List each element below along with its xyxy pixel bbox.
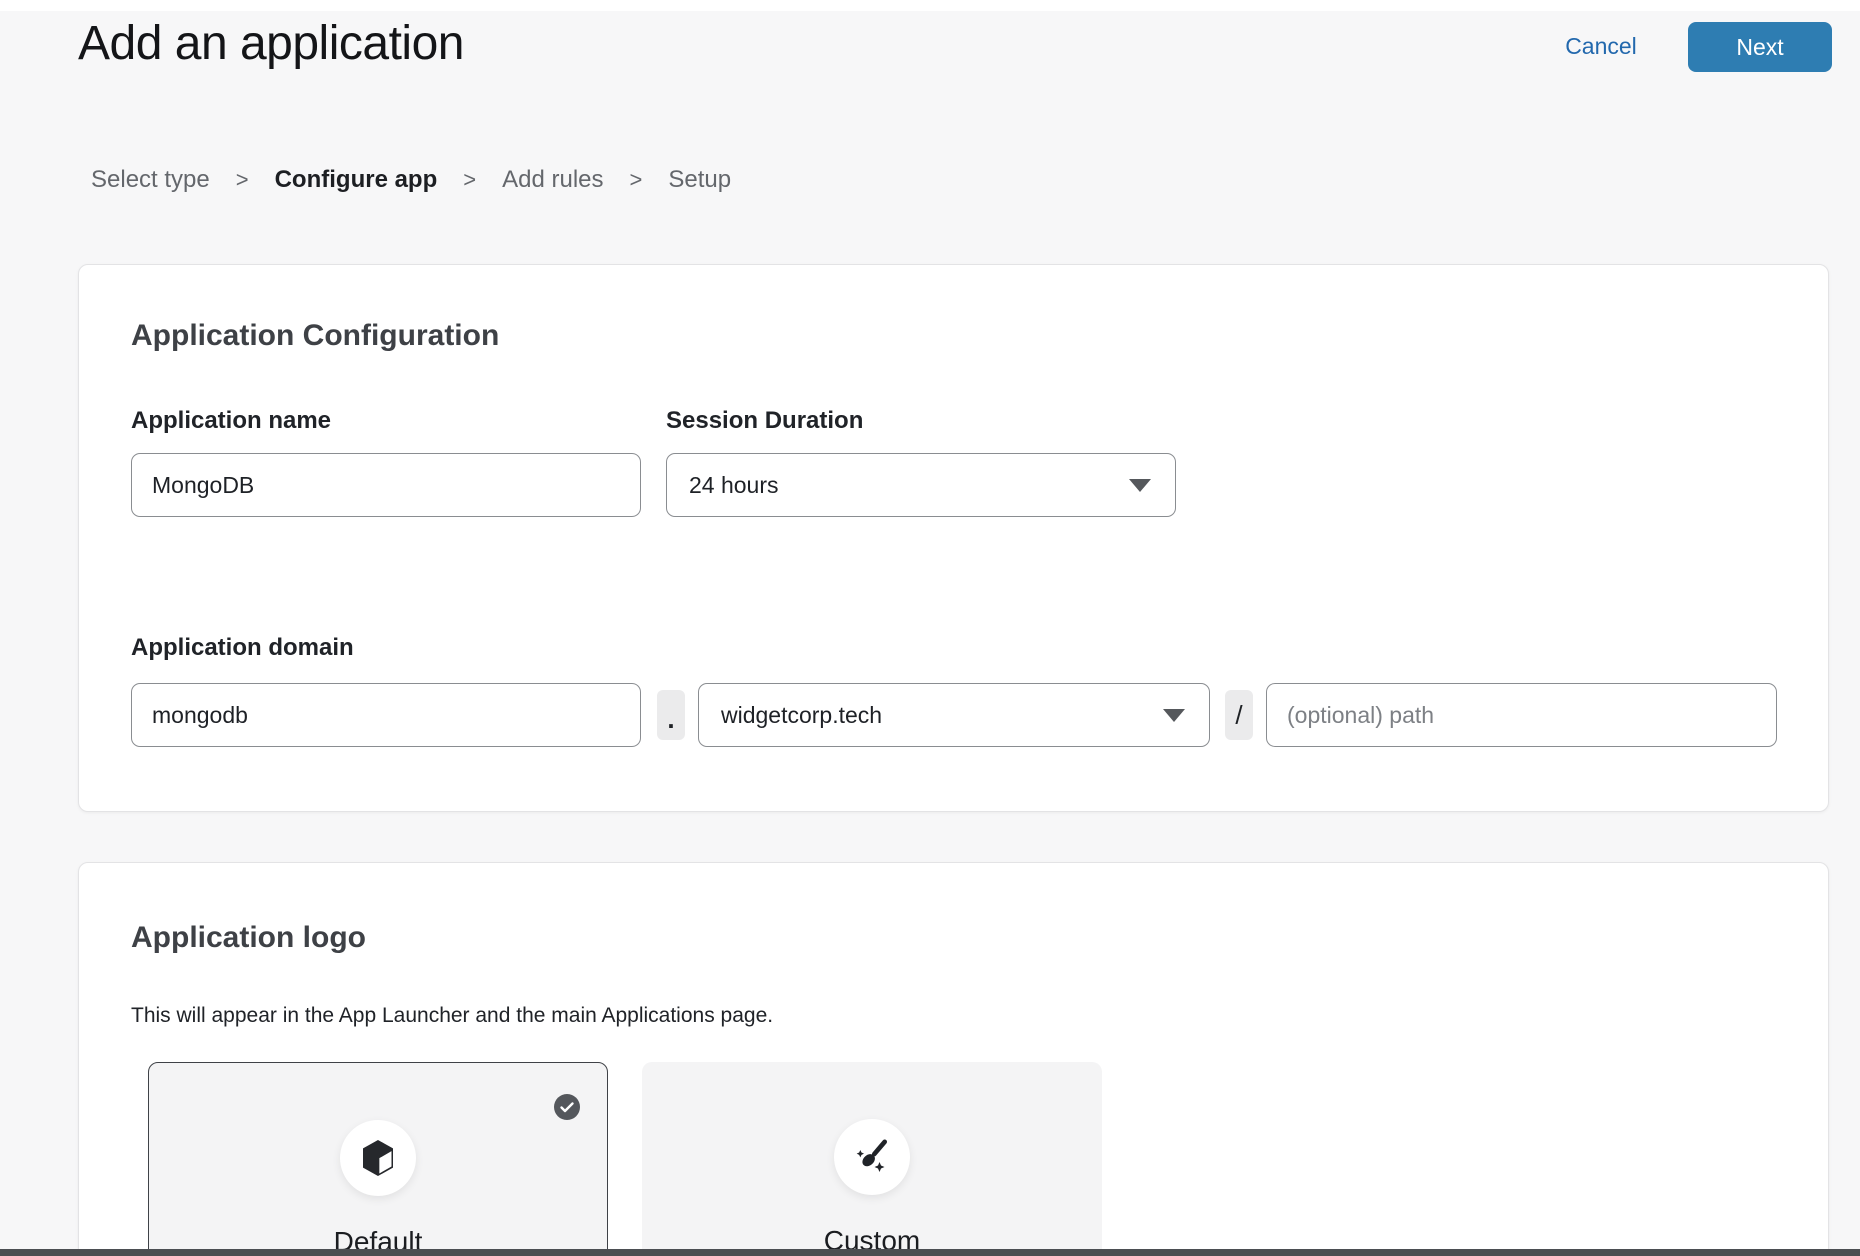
logo-option-default[interactable]: Default	[148, 1062, 608, 1256]
breadcrumb-step-setup[interactable]: Setup	[668, 166, 731, 194]
application-name-label: Application name	[131, 407, 331, 435]
application-name-input[interactable]	[131, 453, 641, 517]
cancel-button[interactable]: Cancel	[1560, 33, 1642, 60]
session-duration-select[interactable]: 24 hours	[666, 453, 1176, 517]
bottom-edge-bar	[0, 1249, 1860, 1256]
domain-dot-separator: .	[657, 690, 685, 740]
check-icon	[554, 1094, 580, 1120]
section-heading-application-logo: Application logo	[131, 921, 366, 955]
caret-down-icon	[1163, 709, 1185, 722]
application-domain-label: Application domain	[131, 634, 354, 662]
breadcrumb: Select type > Configure app > Add rules …	[91, 166, 731, 194]
page-title: Add an application	[78, 16, 464, 71]
breadcrumb-separator: >	[630, 167, 643, 193]
breadcrumb-step-add-rules[interactable]: Add rules	[502, 166, 603, 194]
next-button[interactable]: Next	[1688, 22, 1832, 72]
page: Add an application Cancel Next Select ty…	[0, 0, 1860, 1256]
subdomain-input[interactable]	[131, 683, 641, 747]
breadcrumb-separator: >	[236, 167, 249, 193]
cube-icon	[340, 1120, 416, 1196]
path-input[interactable]	[1266, 683, 1777, 747]
domain-select[interactable]: widgetcorp.tech	[698, 683, 1210, 747]
domain-slash-separator: /	[1225, 690, 1253, 740]
top-strip	[0, 0, 1860, 11]
application-logo-card: Application logo This will appear in the…	[78, 862, 1829, 1256]
caret-down-icon	[1129, 479, 1151, 492]
logo-option-custom[interactable]: Custom	[642, 1062, 1102, 1256]
logo-description: This will appear in the App Launcher and…	[131, 1004, 773, 1028]
breadcrumb-step-select-type[interactable]: Select type	[91, 166, 210, 194]
breadcrumb-step-configure-app[interactable]: Configure app	[275, 166, 438, 194]
session-duration-value: 24 hours	[689, 472, 779, 499]
application-configuration-card: Application Configuration Application na…	[78, 264, 1829, 812]
section-heading-application-configuration: Application Configuration	[131, 319, 499, 353]
breadcrumb-separator: >	[463, 167, 476, 193]
logo-options: Default Custom	[148, 1062, 1102, 1256]
domain-value: widgetcorp.tech	[721, 702, 882, 729]
session-duration-label: Session Duration	[666, 407, 863, 435]
paintbrush-sparkles-icon	[834, 1119, 910, 1195]
